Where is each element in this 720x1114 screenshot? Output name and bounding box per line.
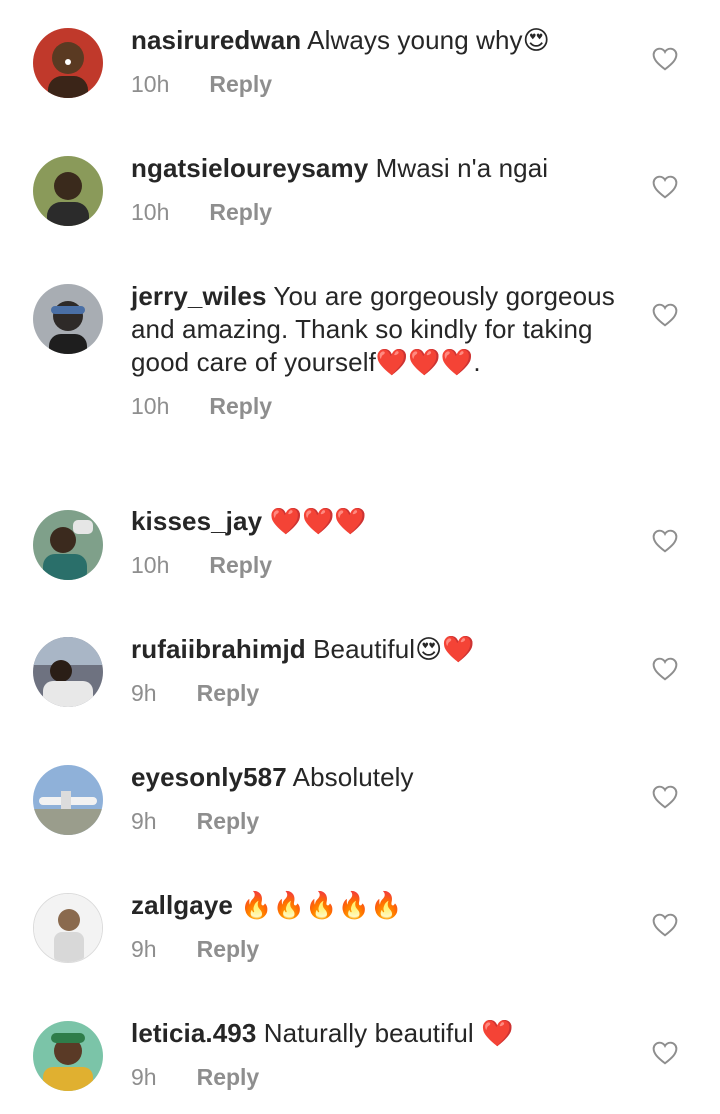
reply-button[interactable]: Reply (197, 806, 260, 836)
comment-text: Naturally beautiful ❤️ (263, 1018, 514, 1048)
avatar[interactable] (33, 893, 103, 963)
like-heart-icon[interactable] (652, 175, 678, 199)
reply-button[interactable]: Reply (209, 550, 272, 580)
comment-timestamp: 10h (131, 393, 170, 419)
comment-text: Absolutely (292, 762, 414, 792)
reply-button[interactable]: Reply (197, 934, 260, 964)
avatar[interactable] (33, 284, 103, 354)
reply-button[interactable]: Reply (209, 391, 272, 421)
comment-timestamp: 9h (131, 1064, 157, 1090)
avatar[interactable] (33, 637, 103, 707)
comment-username[interactable]: zallgaye (131, 890, 233, 920)
comment-timestamp: 9h (131, 808, 157, 834)
reply-button[interactable]: Reply (209, 197, 272, 227)
like-heart-icon[interactable] (652, 913, 678, 937)
like-heart-icon[interactable] (652, 529, 678, 553)
comment-username[interactable]: ngatsieloureysamy (131, 153, 368, 183)
avatar[interactable] (33, 1021, 103, 1091)
reply-button[interactable]: Reply (197, 1062, 260, 1092)
comment-timestamp: 9h (131, 680, 157, 706)
comment-text: Always young why😍 (307, 25, 550, 55)
comment-username[interactable]: eyesonly587 (131, 762, 287, 792)
avatar[interactable] (33, 156, 103, 226)
reply-button[interactable]: Reply (197, 678, 260, 708)
comment-username[interactable]: leticia.493 (131, 1018, 256, 1048)
comment-timestamp: 10h (131, 199, 170, 225)
avatar[interactable] (33, 765, 103, 835)
comment-timestamp: 10h (131, 552, 170, 578)
reply-button[interactable]: Reply (209, 69, 272, 99)
like-heart-icon[interactable] (652, 47, 678, 71)
like-heart-icon[interactable] (652, 1041, 678, 1065)
comment-text: Beautiful😍❤️ (313, 634, 475, 664)
comment-timestamp: 9h (131, 936, 157, 962)
avatar[interactable] (33, 510, 103, 580)
like-heart-icon[interactable] (652, 785, 678, 809)
comment-username[interactable]: rufaiibrahimjd (131, 634, 306, 664)
comment-timestamp: 10h (131, 71, 170, 97)
comment-text: 🔥🔥🔥🔥🔥 (240, 890, 403, 920)
comment-username[interactable]: kisses_jay (131, 506, 262, 536)
avatar[interactable] (33, 28, 103, 98)
like-heart-icon[interactable] (652, 303, 678, 327)
comment-text: ❤️❤️❤️ (269, 506, 367, 536)
comment-username[interactable]: jerry_wiles (131, 281, 267, 311)
comment-text: Mwasi n'a ngai (375, 153, 549, 183)
comment-username[interactable]: nasiruredwan (131, 25, 301, 55)
like-heart-icon[interactable] (652, 657, 678, 681)
